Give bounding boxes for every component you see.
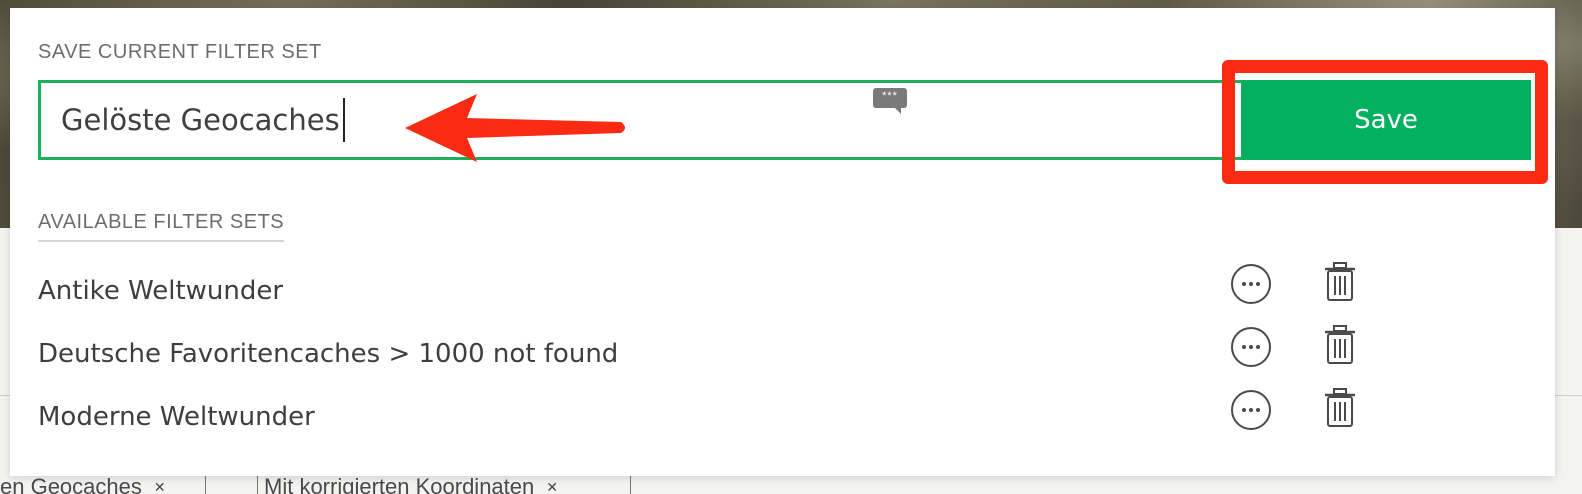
background-filter-right[interactable]: Mit korrigierten Koordinaten ✕ xyxy=(264,474,558,494)
text-cursor xyxy=(343,98,345,142)
chevron-down-icon: ✕ xyxy=(546,478,558,494)
filter-set-name-input[interactable] xyxy=(38,80,1243,160)
more-options-icon[interactable] xyxy=(1231,327,1271,367)
background-filter-left[interactable]: en Geocaches ✕ xyxy=(0,474,166,494)
trash-icon[interactable] xyxy=(1323,388,1357,428)
available-section-title: AVAILABLE FILTER SETS xyxy=(38,211,285,242)
more-options-icon[interactable] xyxy=(1231,390,1271,430)
filter-set-label: Deutsche Favoritencaches > 1000 not foun… xyxy=(38,339,619,369)
background-filter-left-label: en Geocaches xyxy=(0,474,142,494)
filter-set-label: Moderne Weltwunder xyxy=(38,402,315,432)
background-filter-right-label: Mit korrigierten Koordinaten xyxy=(264,474,535,494)
filter-set-label: Antike Weltwunder xyxy=(38,276,284,306)
annotation-highlight-box xyxy=(1222,60,1548,184)
trash-icon[interactable] xyxy=(1323,325,1357,365)
arrow-left-icon xyxy=(405,94,625,162)
save-section-title: SAVE CURRENT FILTER SET xyxy=(38,41,322,63)
filter-set-item[interactable]: Antike Weltwunder xyxy=(38,262,1538,320)
trash-icon[interactable] xyxy=(1323,262,1357,302)
filter-set-item[interactable]: Moderne Weltwunder xyxy=(38,388,1538,446)
more-options-icon[interactable] xyxy=(1231,264,1271,304)
chevron-down-icon: ✕ xyxy=(153,478,166,494)
password-manager-bubble-icon[interactable]: *** xyxy=(873,88,907,114)
filter-set-item[interactable]: Deutsche Favoritencaches > 1000 not foun… xyxy=(38,325,1538,383)
filter-sets-dialog: SAVE CURRENT FILTER SET *** Save AVAILAB… xyxy=(10,8,1555,476)
